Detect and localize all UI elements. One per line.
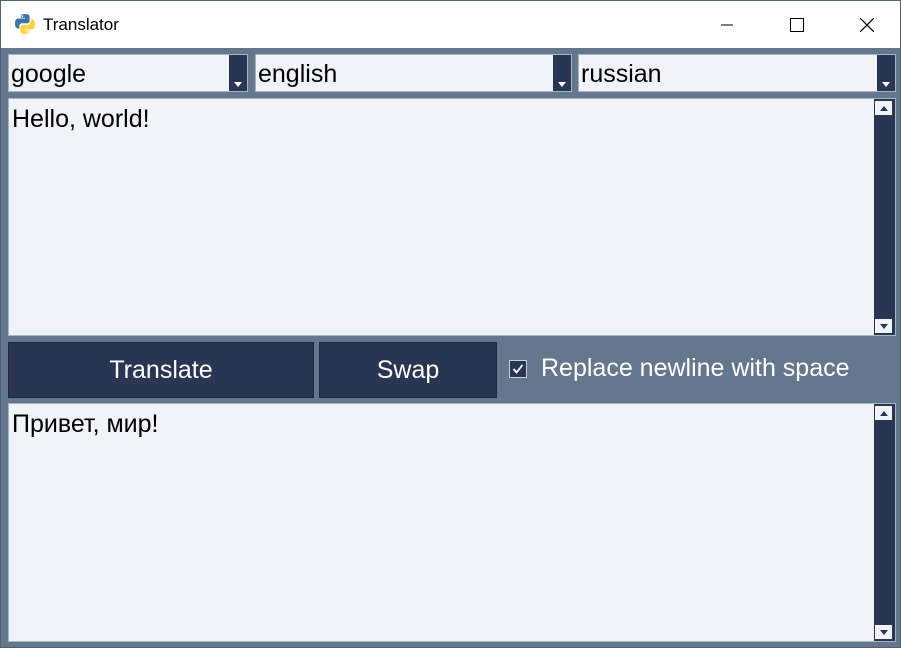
target-language-dropdown-button[interactable] [877,55,895,91]
maximize-button[interactable] [762,1,832,48]
chevron-down-icon [882,82,890,87]
close-icon [860,17,874,32]
python-logo-icon [14,13,36,35]
minimize-button[interactable] [692,1,762,48]
engine-select-value: google [11,60,87,88]
translator-window: Translator google english russian Hello,… [0,0,901,648]
translate-button[interactable]: Translate [8,342,314,398]
source-language-value: english [258,60,338,88]
scroll-down-arrow-icon[interactable] [875,625,892,639]
engine-select[interactable]: google [8,54,248,92]
chevron-down-icon [234,82,242,87]
window-title: Translator [43,15,119,34]
output-scrollbar[interactable] [874,404,895,641]
input-scrollbar[interactable] [874,99,895,335]
checkmark-icon [512,364,524,374]
source-language-select[interactable]: english [255,54,572,92]
source-language-dropdown-button[interactable] [553,55,571,91]
target-language-select[interactable]: russian [578,54,896,92]
maximize-icon [790,17,804,32]
engine-dropdown-button[interactable] [229,55,247,91]
minimize-icon [721,19,733,31]
input-textarea[interactable]: Hello, world! [8,98,896,336]
input-text: Hello, world! [12,105,150,133]
close-button[interactable] [832,1,901,48]
replace-newline-checkbox[interactable] [509,360,527,378]
scroll-up-arrow-icon[interactable] [875,406,892,420]
swap-button[interactable]: Swap [319,342,497,398]
chevron-down-icon [558,82,566,87]
output-textarea[interactable]: Привет, мир! [8,403,896,642]
scroll-up-arrow-icon[interactable] [875,101,892,115]
title-bar[interactable]: Translator [1,1,900,48]
scroll-down-arrow-icon[interactable] [875,319,892,333]
replace-newline-label[interactable]: Replace newline with space [541,353,850,383]
output-text: Привет, мир! [12,410,159,438]
target-language-value: russian [581,60,662,88]
